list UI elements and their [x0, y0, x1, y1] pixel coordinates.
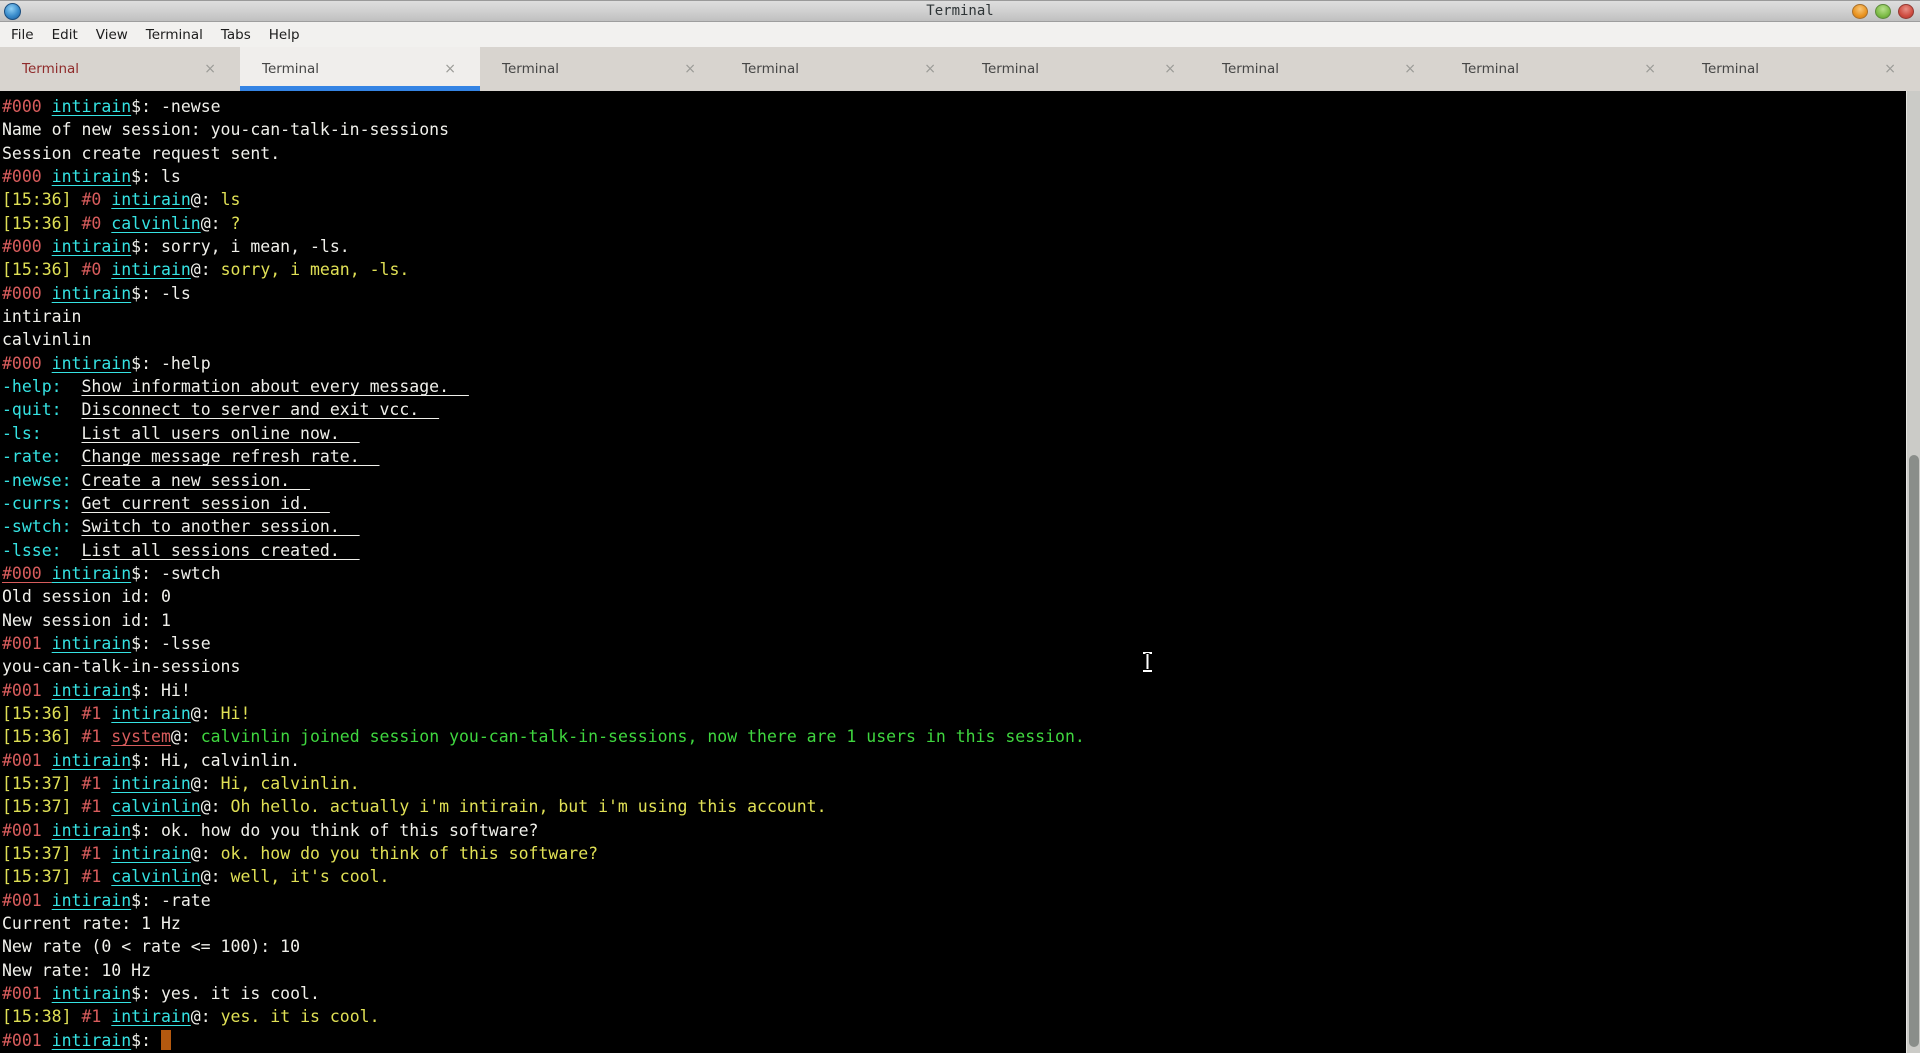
- tab-label: Terminal: [982, 61, 1039, 77]
- terminal-line: #000 intirain$: -help: [2, 352, 1918, 375]
- terminal-line: New rate: 10 Hz: [2, 959, 1918, 982]
- close-button[interactable]: [1898, 4, 1914, 19]
- terminal-window: Terminal FileEditViewTerminalTabsHelp Te…: [0, 0, 1920, 1053]
- scrollbar-thumb[interactable]: [1909, 455, 1919, 1047]
- terminal-line: Old session id: 0: [2, 585, 1918, 608]
- tab-label: Terminal: [1222, 61, 1279, 77]
- terminal-line: #000 intirain$: -ls: [2, 282, 1918, 305]
- tab-terminal-4[interactable]: Terminal ×: [720, 47, 960, 91]
- terminal-line: [15:36] #0 intirain@: sorry, i mean, -ls…: [2, 258, 1918, 281]
- tab-close-icon[interactable]: ×: [1404, 62, 1416, 76]
- text-cursor-pointer-icon: [1140, 650, 1155, 674]
- tab-terminal-3[interactable]: Terminal ×: [480, 47, 720, 91]
- tab-close-icon[interactable]: ×: [204, 62, 216, 76]
- tab-terminal-7[interactable]: Terminal ×: [1440, 47, 1680, 91]
- tab-label: Terminal: [742, 61, 799, 77]
- tab-label: Terminal: [502, 61, 559, 77]
- tab-close-icon[interactable]: ×: [1884, 62, 1896, 76]
- tab-close-icon[interactable]: ×: [684, 62, 696, 76]
- terminal-line: [15:36] #1 system@: calvinlin joined ses…: [2, 725, 1918, 748]
- menu-item-edit[interactable]: Edit: [43, 24, 87, 46]
- terminal-line: calvinlin: [2, 328, 1918, 351]
- tab-close-icon[interactable]: ×: [1644, 62, 1656, 76]
- terminal-line: #001 intirain$:: [2, 1029, 1918, 1052]
- terminal-line: [15:37] #1 calvinlin@: well, it's cool.: [2, 865, 1918, 888]
- tab-close-icon[interactable]: ×: [924, 62, 936, 76]
- terminal-line: #000 intirain$: -newse: [2, 95, 1918, 118]
- terminal-line: intirain: [2, 305, 1918, 328]
- app-icon: [4, 3, 21, 20]
- terminal-line: -lsse: List all sessions created.: [2, 539, 1918, 562]
- terminal-line: #000 intirain$: ls: [2, 165, 1918, 188]
- window-title: Terminal: [926, 3, 993, 19]
- tab-label: Terminal: [1702, 61, 1759, 77]
- terminal-screen[interactable]: #000 intirain$: -newseName of new sessio…: [0, 91, 1920, 1053]
- tab-terminal-1[interactable]: Terminal ×: [0, 47, 240, 91]
- menubar: FileEditViewTerminalTabsHelp: [0, 22, 1920, 47]
- terminal-line: [15:37] #1 intirain@: Hi, calvinlin.: [2, 772, 1918, 795]
- menu-item-view[interactable]: View: [87, 24, 137, 46]
- terminal-line: Session create request sent.: [2, 142, 1918, 165]
- terminal-line: [15:36] #0 intirain@: ls: [2, 188, 1918, 211]
- tab-terminal-2[interactable]: Terminal ×: [240, 47, 480, 91]
- terminal-line: [15:37] #1 calvinlin@: Oh hello. actuall…: [2, 795, 1918, 818]
- terminal-line: -ls: List all users online now.: [2, 422, 1918, 445]
- terminal-line: -currs: Get current session id.: [2, 492, 1918, 515]
- tab-label: Terminal: [22, 61, 79, 77]
- menu-item-file[interactable]: File: [2, 24, 43, 46]
- scrollbar-track[interactable]: [1906, 91, 1920, 1053]
- titlebar[interactable]: Terminal: [0, 0, 1920, 22]
- terminal-line: -rate: Change message refresh rate.: [2, 445, 1918, 468]
- minimize-button[interactable]: [1852, 4, 1868, 19]
- tab-terminal-8[interactable]: Terminal ×: [1680, 47, 1920, 91]
- terminal-line: [15:36] #0 calvinlin@: ?: [2, 212, 1918, 235]
- terminal-line: [15:36] #1 intirain@: Hi!: [2, 702, 1918, 725]
- terminal-line: #001 intirain$: ok. how do you think of …: [2, 819, 1918, 842]
- terminal-line: you-can-talk-in-sessions: [2, 655, 1918, 678]
- terminal-line: [15:37] #1 intirain@: ok. how do you thi…: [2, 842, 1918, 865]
- tab-terminal-6[interactable]: Terminal ×: [1200, 47, 1440, 91]
- terminal-line: #001 intirain$: yes. it is cool.: [2, 982, 1918, 1005]
- tab-label: Terminal: [262, 61, 319, 77]
- terminal-line: New rate (0 < rate <= 100): 10: [2, 935, 1918, 958]
- terminal-output: #000 intirain$: -newseName of new sessio…: [0, 91, 1920, 1053]
- terminal-line: -help: Show information about every mess…: [2, 375, 1918, 398]
- terminal-line: -swtch: Switch to another session.: [2, 515, 1918, 538]
- tab-close-icon[interactable]: ×: [1164, 62, 1176, 76]
- menu-item-tabs[interactable]: Tabs: [212, 24, 260, 46]
- terminal-line: [15:38] #1 intirain@: yes. it is cool.: [2, 1005, 1918, 1028]
- terminal-line: New session id: 1: [2, 609, 1918, 632]
- menu-item-terminal[interactable]: Terminal: [137, 24, 212, 46]
- tab-close-icon[interactable]: ×: [444, 62, 456, 76]
- maximize-button[interactable]: [1875, 4, 1891, 19]
- terminal-line: #001 intirain$: -rate: [2, 889, 1918, 912]
- terminal-line: #001 intirain$: Hi!: [2, 679, 1918, 702]
- terminal-line: #000 intirain$: sorry, i mean, -ls.: [2, 235, 1918, 258]
- terminal-line: -newse: Create a new session.: [2, 469, 1918, 492]
- tabbar: Terminal×Terminal×Terminal×Terminal×Term…: [0, 47, 1920, 91]
- tab-terminal-5[interactable]: Terminal ×: [960, 47, 1200, 91]
- terminal-line: #000 intirain$: -swtch: [2, 562, 1918, 585]
- tab-label: Terminal: [1462, 61, 1519, 77]
- terminal-line: Name of new session: you-can-talk-in-ses…: [2, 118, 1918, 141]
- terminal-line: Current rate: 1 Hz: [2, 912, 1918, 935]
- terminal-line: #001 intirain$: Hi, calvinlin.: [2, 749, 1918, 772]
- terminal-block-cursor: [161, 1030, 171, 1050]
- terminal-line: #001 intirain$: -lsse: [2, 632, 1918, 655]
- terminal-line: -quit: Disconnect to server and exit vcc…: [2, 398, 1918, 421]
- menu-item-help[interactable]: Help: [260, 24, 309, 46]
